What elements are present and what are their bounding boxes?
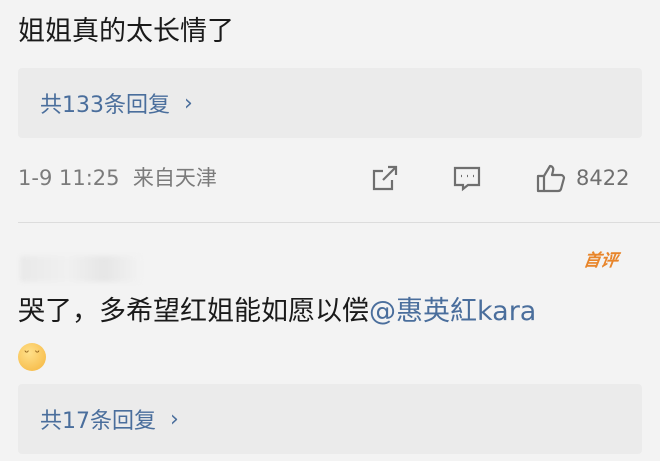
replies-count-label: 共133条回复: [40, 93, 170, 118]
location-source: 来自天津: [132, 166, 217, 190]
replies-count-label: 共17条回复: [40, 409, 156, 434]
like-count: 8422: [576, 166, 630, 190]
view-replies-button[interactable]: 共17条回复 ›: [18, 384, 642, 454]
share-icon: [372, 165, 398, 191]
thumbs-up-icon: [536, 164, 566, 193]
comment-meta: 1-9 11:25 来自天津: [18, 162, 217, 192]
comment-icon: [453, 166, 481, 192]
like-button[interactable]: 8422: [534, 161, 629, 195]
comment-button[interactable]: [450, 161, 484, 195]
timestamp: 1-9 11:25: [18, 166, 120, 190]
user-mention-link[interactable]: @惠英紅kara: [369, 296, 536, 327]
blurred-username: [20, 256, 140, 282]
comment-text: 姐姐真的太长情了: [18, 16, 234, 47]
pensive-face-icon: ˘ ˘: [18, 343, 46, 371]
divider: [18, 222, 660, 223]
comment-body: 哭了，多希望红姐能如愿以偿: [18, 296, 369, 327]
chevron-right-icon: ›: [170, 406, 179, 432]
first-comment-badge: 首评: [582, 251, 620, 271]
view-replies-button[interactable]: 共133条回复 ›: [18, 68, 642, 138]
comment-text: 哭了，多希望红姐能如愿以偿@惠英紅kara: [18, 294, 536, 330]
chevron-right-icon: ›: [184, 90, 193, 116]
share-button[interactable]: [368, 161, 402, 195]
